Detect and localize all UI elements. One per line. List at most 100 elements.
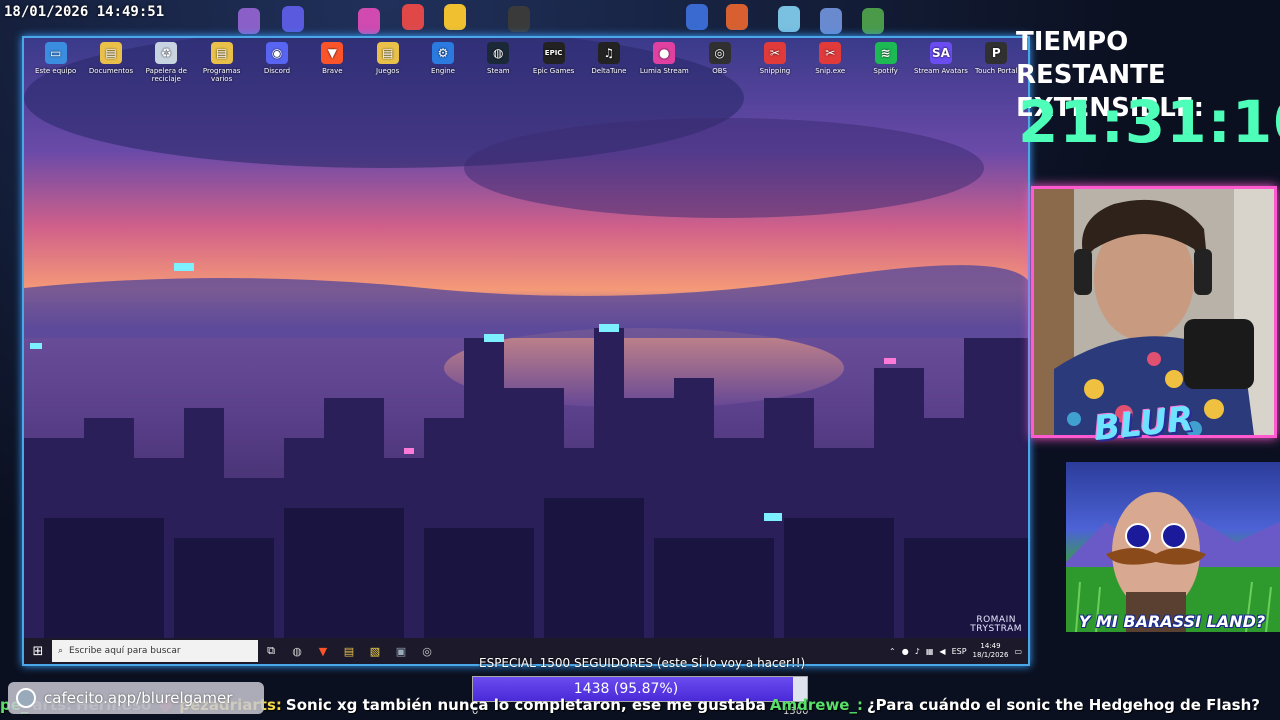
sticky-notes-icon[interactable]: ▧ xyxy=(362,638,388,664)
goal-title: ESPECIAL 1500 SEGUIDORES (este SÍ lo voy… xyxy=(479,656,806,670)
folder-icon: ▤ xyxy=(210,42,233,64)
sprite-character xyxy=(686,4,708,30)
barassi-illustration xyxy=(1066,492,1280,632)
goal-progress-text: 1438 (95.87%) xyxy=(573,681,679,697)
barassi-caption: Y MI BARASSI LAND? xyxy=(1078,612,1266,631)
desktop-shortcut[interactable]: ▤ Documentos xyxy=(83,42,138,98)
chat-username: Amdrewe_: xyxy=(769,696,863,714)
touch-portal-icon: P xyxy=(985,42,1008,64)
folder-icon: ▤ xyxy=(376,42,399,64)
folder-icon: ▤ xyxy=(99,42,122,64)
language-indicator[interactable]: ESP xyxy=(952,647,967,656)
desktop-shortcut[interactable]: SA Stream Avatars xyxy=(913,42,968,98)
network-icon[interactable]: ▦ xyxy=(926,647,934,656)
sprite-character xyxy=(402,4,424,30)
start-button[interactable]: ⊞ xyxy=(24,638,52,664)
desktop-icon-grid: ▭ Este equipo ▤ Documentos ♻ Papelera de reci… xyxy=(28,42,1024,98)
desktop-shortcut[interactable]: ◎ OBS xyxy=(692,42,747,98)
steam-icon: ◍ xyxy=(487,42,510,64)
discord-icon: ◉ xyxy=(265,42,288,64)
desktop-shortcut-label: Snipping xyxy=(759,67,791,75)
desktop-shortcut[interactable]: ● Lumia Stream xyxy=(637,42,692,98)
signature-line: TRYSTRAM xyxy=(970,624,1022,634)
desktop-shortcut-label: OBS xyxy=(712,67,727,75)
recycle-bin-icon: ♻ xyxy=(155,42,178,64)
taskbar-clock[interactable]: 14:49 18/1/2026 xyxy=(973,642,1009,660)
desktop-shortcut[interactable]: ✂ Snipping xyxy=(747,42,802,98)
tray-app-icon[interactable]: ● xyxy=(902,647,909,656)
sprite-character xyxy=(444,4,466,30)
cafecito-url: cafecito.app/blurelgamer xyxy=(44,689,233,707)
desktop-shortcut[interactable]: ▭ Este equipo xyxy=(28,42,83,98)
cafecito-icon xyxy=(16,688,36,708)
microphone-icon[interactable]: ♪ xyxy=(915,647,920,656)
sprite-row xyxy=(230,2,910,36)
steam-taskbar-icon[interactable]: ◎ xyxy=(414,638,440,664)
desktop-shortcut[interactable]: ♻ Papelera de reciclaje xyxy=(139,42,194,98)
desktop-shortcut[interactable]: ⚙ Engine xyxy=(415,42,470,98)
snip-icon: ✂ xyxy=(763,42,786,64)
wallpaper-signature: ROMAIN TRYSTRAM xyxy=(970,616,1022,634)
desktop-shortcut-label: Engine xyxy=(430,67,455,75)
desktop-shortcut[interactable]: ▤ Programas varios xyxy=(194,42,249,98)
taskbar-search-input[interactable]: ⌕ Escribe aquí para buscar xyxy=(52,640,258,662)
desktop-shortcut-label: Steam xyxy=(486,67,510,75)
city-wallpaper xyxy=(24,38,1028,664)
brave-taskbar-icon[interactable]: ▼ xyxy=(310,638,336,664)
epic-games-icon: EPIC xyxy=(542,42,565,64)
search-icon: ⌕ xyxy=(58,646,64,656)
stream-avatars-icon: SA xyxy=(929,42,952,64)
engine-icon: ⚙ xyxy=(431,42,454,64)
timestamp: 18/01/2026 14:49:51 xyxy=(4,4,165,20)
desktop-shortcut-label: Papelera de reciclaje xyxy=(145,67,187,83)
sprite-character xyxy=(508,6,530,32)
clock-time: 14:49 xyxy=(980,642,1001,650)
desktop-shortcut-label: Stream Avatars xyxy=(913,67,968,75)
desktop-shortcut[interactable]: ✂ Snip.exe xyxy=(803,42,858,98)
sprite-character xyxy=(238,8,260,34)
clock-date: 18/1/2026 xyxy=(972,651,1009,659)
sprite-character xyxy=(778,6,800,32)
file-explorer-icon[interactable]: ▤ xyxy=(336,638,362,664)
desktop-shortcut[interactable]: ≋ Spotify xyxy=(858,42,913,98)
desktop-shortcut-label: Touch Portal xyxy=(975,67,1018,75)
desktop-shortcut-label: Lumia Stream xyxy=(639,67,689,75)
desktop-shortcut[interactable]: ◉ Discord xyxy=(249,42,304,98)
taskbar-app-icon[interactable]: ◍ xyxy=(284,638,310,664)
taskbar-app-icon[interactable]: ▣ xyxy=(388,638,414,664)
sprite-character xyxy=(862,8,884,34)
sprite-character xyxy=(358,8,380,34)
sprite-character xyxy=(282,6,304,32)
desktop-shortcut[interactable]: ▼ Brave xyxy=(305,42,360,98)
desktop-shortcut[interactable]: ▤ Juegos xyxy=(360,42,415,98)
desktop-shortcut-label: Este equipo xyxy=(35,67,77,75)
webcam-feed xyxy=(1034,189,1274,435)
task-view-icon[interactable]: ⧉ xyxy=(258,638,284,664)
volume-icon[interactable]: ◀ xyxy=(939,647,945,656)
cafecito-link[interactable]: cafecito.app/blurelgamer xyxy=(8,682,264,714)
notification-icon[interactable]: ▭ xyxy=(1014,647,1022,656)
desktop-shortcut-label: Programas varios xyxy=(202,67,241,83)
chat-message: ¿Para cuándo el sonic the Hedgehog de Fl… xyxy=(866,696,1260,714)
desktop-shortcut-label: Brave xyxy=(322,67,343,75)
computer-icon: ▭ xyxy=(44,42,67,64)
sprite-character xyxy=(726,4,748,30)
desktop-shortcut[interactable]: ♫ DeltaTune xyxy=(581,42,636,98)
chevron-up-icon[interactable]: ⌃ xyxy=(889,647,896,656)
desktop-shortcut-label: DeltaTune xyxy=(591,67,627,75)
lumia-icon: ● xyxy=(653,42,676,64)
barassi-image xyxy=(1066,462,1280,632)
spotify-icon: ≋ xyxy=(874,42,897,64)
countdown-timer: 21:31:10 xyxy=(1018,88,1280,156)
brave-icon: ▼ xyxy=(321,42,344,64)
desktop-shortcut-label: Spotify xyxy=(873,67,898,75)
desktop-shortcut-label: Epic Games xyxy=(532,67,575,75)
system-tray: ⌃ ● ♪ ▦ ◀ ESP 14:49 18/1/2026 ▭ xyxy=(889,642,1028,660)
desktop-shortcut-label: Juegos xyxy=(376,67,400,75)
desktop-shortcut[interactable]: EPIC Epic Games xyxy=(526,42,581,98)
desktop-shortcut[interactable]: ◍ Steam xyxy=(471,42,526,98)
chat-message: Sonic xg también nunca lo completaron, e… xyxy=(285,696,766,714)
desktop-shortcut-label: Snip.exe xyxy=(815,67,846,75)
obs-icon: ◎ xyxy=(708,42,731,64)
desktop-shortcut-label: Documentos xyxy=(88,67,134,75)
